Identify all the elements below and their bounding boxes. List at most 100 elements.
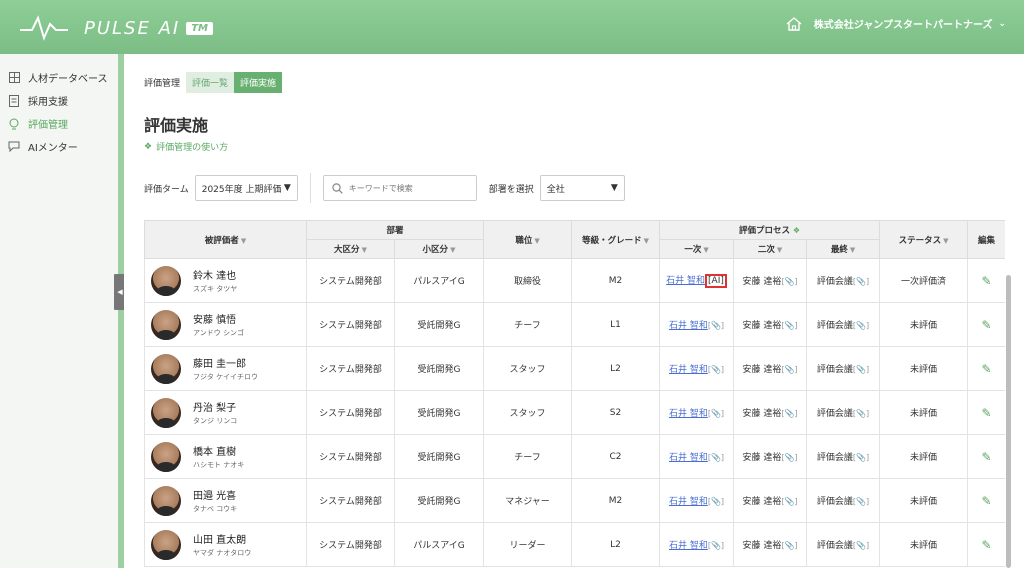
logo[interactable]: PULSE AI TM [18,14,213,42]
dept-major-cell: システム開発部 [306,390,395,435]
position-cell: チーフ [483,434,573,479]
clip-icon[interactable]: [📎] [781,497,797,506]
main-content: 評価管理 評価一覧 評価実施 評価実施 ❖ 評価管理の使い方 評価ターム 202… [124,54,1024,568]
term-value: 2025年度 上期評価 [201,184,282,195]
dept-minor-cell: パルスアイG [393,522,485,567]
edit-icon[interactable]: ✎ [981,274,991,288]
clip-icon[interactable]: [📎] [708,497,724,506]
tab-evaluation-execute[interactable]: 評価実施 [234,72,283,93]
search-box[interactable] [322,175,477,201]
clip-icon[interactable]: [📎] [781,541,797,550]
col-header-second[interactable]: 二次 ▼ [733,239,808,259]
document-icon [8,94,20,107]
evaluee-kana: ハシモト ナオキ [193,461,245,469]
clip-icon[interactable]: [📎] [853,321,869,330]
evaluee-kana: アンドウ シンゴ [193,329,244,337]
sidebar-item-ai-mentor[interactable]: AIメンター [0,135,118,158]
clip-icon[interactable]: [📎] [853,365,869,374]
evaluee-kana: スズキ タツヤ [193,285,238,293]
position-cell: リーダー [483,522,573,567]
table-scrollbar[interactable] [1006,275,1011,568]
clip-icon[interactable]: [📎] [853,497,869,506]
first-evaluator-link[interactable]: 石井 智和 [666,276,705,286]
clip-icon[interactable]: [📎] [853,453,869,462]
edit-cell: ✎ [967,478,1005,523]
evaluee-cell[interactable]: 安藤 慎悟 アンドウ シンゴ [144,302,307,347]
evaluee-cell[interactable]: 田邉 光喜 タナベ コウキ [144,478,307,523]
col-header-position[interactable]: 職位 ▼ [483,220,573,259]
clip-icon[interactable]: [📎] [853,409,869,418]
search-input[interactable] [348,183,469,193]
edit-cell: ✎ [967,522,1005,567]
evaluee-name: 安藤 慎悟 [193,315,237,326]
clip-icon[interactable]: [📎] [781,453,797,462]
sidebar-item-label: 採用支援 [28,97,68,108]
col-header-dept-major[interactable]: 大区分 ▼ [306,239,395,259]
edit-icon[interactable]: ✎ [981,406,991,420]
first-evaluator-link[interactable]: 石井 智和 [669,497,708,507]
company-switcher[interactable]: 株式会社ジャンプスタートパートナーズ ⌄ [786,16,1006,31]
howto-link[interactable]: ❖ 評価管理の使い方 [144,140,228,154]
edit-icon[interactable]: ✎ [981,450,991,464]
first-evaluator-cell: 石井 智和[📎] [659,478,735,523]
first-evaluator-link[interactable]: 石井 智和 [669,409,708,419]
sidebar-item-talent-database[interactable]: 人材データベース [0,66,118,89]
first-evaluator-link[interactable]: 石井 智和 [669,541,708,551]
edit-icon[interactable]: ✎ [981,318,991,332]
evaluee-cell[interactable]: 橋本 直樹 ハシモト ナオキ [144,434,307,479]
breadcrumb: 評価管理 評価一覧 評価実施 [144,72,283,93]
col-header-grade[interactable]: 等級・グレード ▼ [571,220,661,259]
sort-icon: ▼ [849,246,856,254]
clip-icon[interactable]: [📎] [708,453,724,462]
clip-icon[interactable]: [📎] [708,409,724,418]
clip-icon[interactable]: [📎] [853,277,869,286]
evaluee-cell[interactable]: 山田 直太朗 ヤマダ ナオタロウ [144,522,307,567]
clip-icon[interactable]: [📎] [708,365,724,374]
dept-major-cell: システム開発部 [306,434,395,479]
edit-icon[interactable]: ✎ [981,494,991,508]
ai-tag-highlight[interactable]: [AI] [705,274,727,288]
clip-icon[interactable]: [📎] [708,541,724,550]
col-header-status[interactable]: ステータス ▼ [879,220,969,259]
sidebar-item-recruiting[interactable]: 採用支援 [0,89,118,112]
edit-icon[interactable]: ✎ [981,538,991,552]
evaluee-cell[interactable]: 藤田 圭一郎 フジタ ケイイチロウ [144,346,307,391]
tab-evaluation-list[interactable]: 評価一覧 [186,72,235,93]
col-header-dept-minor[interactable]: 小区分 ▼ [393,239,485,259]
clip-icon[interactable]: [📎] [781,365,797,374]
evaluee-cell[interactable]: 丹治 梨子 タンジ リンコ [144,390,307,435]
evaluee-name: 橋本 直樹 [193,447,237,458]
clip-icon[interactable]: [📎] [853,541,869,550]
first-evaluator-link[interactable]: 石井 智和 [669,321,708,331]
clip-icon[interactable]: [📎] [781,277,797,286]
sidebar-item-evaluation[interactable]: 評価管理 [0,112,118,135]
evaluee-name: 鈴木 達也 [193,271,237,282]
clip-icon[interactable]: [📎] [781,409,797,418]
position-cell: マネジャー [483,478,573,523]
dept-minor-cell: 受託開発G [393,390,485,435]
col-header-evaluee[interactable]: 被評価者 ▼ [144,220,307,259]
first-evaluator-link[interactable]: 石井 智和 [669,365,708,375]
edit-icon[interactable]: ✎ [981,362,991,376]
table-row: 橋本 直樹 ハシモト ナオキ システム開発部 受託開発G チーフ C2 石井 智… [144,434,1005,479]
breadcrumb-label: 評価管理 [144,79,181,89]
clip-icon[interactable]: [📎] [781,321,797,330]
final-evaluator-cell: 評価会議[📎] [806,302,881,347]
table-row: 藤田 圭一郎 フジタ ケイイチロウ システム開発部 受託開発G スタッフ L2 … [144,346,1005,391]
status-cell: 未評価 [879,346,969,391]
final-evaluator-cell: 評価会議[📎] [806,258,881,303]
col-header-first[interactable]: 一次 ▼ [659,239,735,259]
final-evaluator-cell: 評価会議[📎] [806,434,881,479]
dept-select[interactable]: 全社 ▼ [539,175,625,201]
first-evaluator-link[interactable]: 石井 智和 [669,453,708,463]
clip-icon[interactable]: [📎] [708,321,724,330]
dept-minor-cell: パルスアイG [393,258,485,303]
grade-cell: L2 [571,346,661,391]
sidebar-item-label: 評価管理 [28,120,68,131]
position-cell: スタッフ [483,390,573,435]
second-evaluator-cell: 安藤 達裕[📎] [733,346,808,391]
term-select[interactable]: 2025年度 上期評価 ▼ [194,175,298,201]
col-header-final[interactable]: 最終 ▼ [806,239,881,259]
first-evaluator-cell: 石井 智和[📎] [659,302,735,347]
evaluee-cell[interactable]: 鈴木 達也 スズキ タツヤ [144,258,307,303]
